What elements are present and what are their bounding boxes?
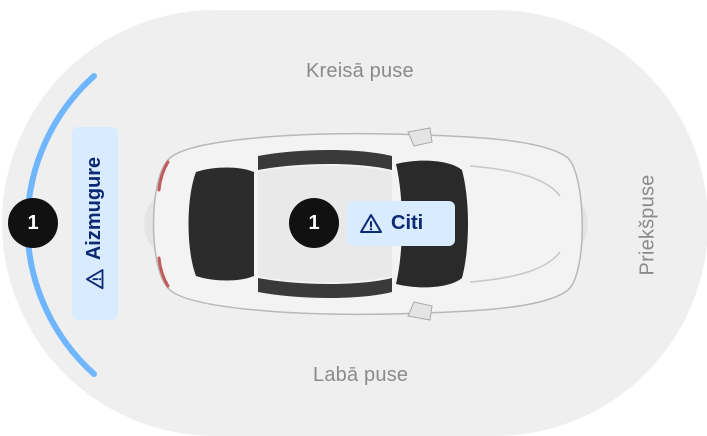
warning-icon	[84, 268, 106, 290]
zone-label-right-side: Labā puse	[313, 364, 409, 386]
rear-damage-count-badge: 1	[8, 198, 58, 248]
zone-label-left-side: Kreisā puse	[306, 60, 414, 82]
other-damage-count-badge: 1	[289, 198, 339, 248]
other-zone-label: Citi	[391, 212, 424, 234]
other-zone-chip[interactable]: Citi	[347, 201, 455, 246]
rear-zone-chip[interactable]: Aizmugure	[72, 127, 118, 320]
rear-zone-label: Aizmugure	[83, 156, 106, 261]
damage-zone-diagram: Kreisā puse Labā puse Priekšpuse 1 Aizmu…	[0, 0, 707, 436]
zone-label-front: Priekšpuse	[636, 174, 659, 276]
warning-icon	[359, 212, 383, 236]
